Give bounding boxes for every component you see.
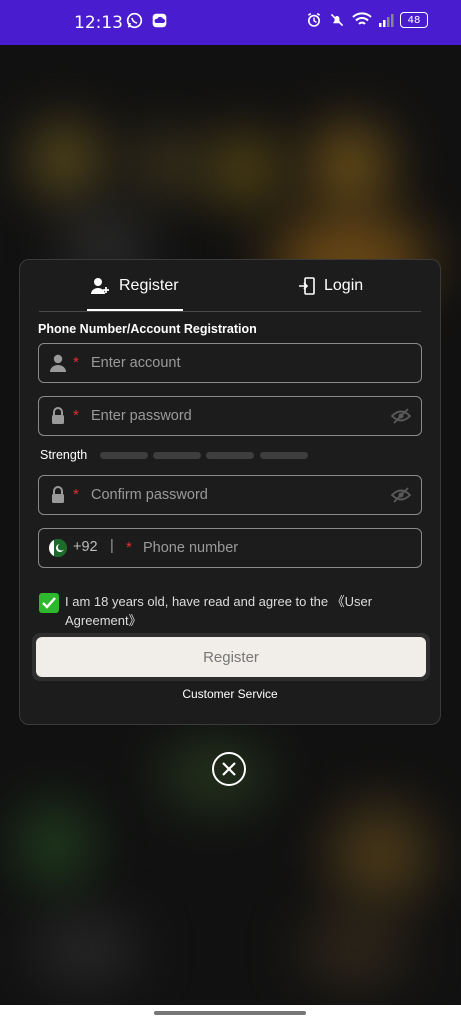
strength-segment bbox=[206, 452, 254, 459]
status-time: 12:13 bbox=[74, 13, 123, 33]
auth-tabs: Register Login bbox=[39, 260, 421, 312]
country-code[interactable]: +92 bbox=[73, 539, 98, 555]
agreement-text[interactable]: I am 18 years old, have read and agree t… bbox=[65, 592, 415, 630]
phone-field[interactable]: +92 | * bbox=[38, 528, 422, 568]
required-mark: * bbox=[73, 486, 79, 503]
home-indicator[interactable] bbox=[154, 1011, 306, 1015]
tab-register[interactable]: Register bbox=[91, 260, 179, 311]
status-bar: 12:13 48 bbox=[0, 0, 461, 45]
strength-label: Strength bbox=[40, 448, 88, 462]
login-door-icon bbox=[299, 276, 315, 295]
lock-icon bbox=[52, 407, 64, 424]
active-tab-indicator bbox=[87, 309, 183, 311]
register-button[interactable]: Register bbox=[36, 637, 426, 677]
wifi-icon bbox=[352, 12, 372, 25]
user-icon bbox=[50, 354, 66, 372]
confirm-password-field[interactable]: * bbox=[38, 475, 422, 515]
section-title: Phone Number/Account Registration bbox=[38, 322, 257, 336]
cloud-app-icon bbox=[152, 13, 167, 28]
strength-segment bbox=[100, 452, 148, 459]
customer-service-link[interactable]: Customer Service bbox=[20, 687, 440, 701]
tab-register-label: Register bbox=[119, 276, 179, 294]
strength-segment bbox=[260, 452, 308, 459]
checkmark-icon bbox=[42, 597, 56, 609]
account-input[interactable] bbox=[82, 344, 391, 382]
mute-icon bbox=[330, 13, 344, 27]
register-modal: Register Login Phone Number/Account Regi… bbox=[19, 259, 441, 725]
add-user-icon bbox=[91, 277, 109, 294]
close-icon bbox=[222, 762, 236, 776]
signal-icon bbox=[379, 14, 394, 27]
account-field[interactable]: * bbox=[38, 343, 422, 383]
confirm-password-input[interactable] bbox=[82, 476, 391, 514]
pakistan-flag-icon[interactable] bbox=[49, 539, 67, 557]
battery-icon: 48 bbox=[400, 12, 428, 28]
whatsapp-icon bbox=[126, 12, 143, 29]
tab-login[interactable]: Login bbox=[298, 260, 363, 311]
strength-segment bbox=[153, 452, 201, 459]
eye-off-icon[interactable] bbox=[391, 487, 411, 503]
password-input[interactable] bbox=[82, 397, 391, 435]
alarm-icon bbox=[307, 12, 321, 27]
tab-login-label: Login bbox=[324, 276, 364, 294]
phone-input[interactable] bbox=[134, 529, 403, 567]
close-button[interactable] bbox=[212, 752, 246, 786]
eye-off-icon[interactable] bbox=[391, 408, 411, 424]
agreement-checkbox[interactable] bbox=[39, 593, 59, 613]
password-field[interactable]: * bbox=[38, 396, 422, 436]
register-button-frame: Register bbox=[32, 633, 430, 681]
phone-separator: | bbox=[110, 538, 114, 554]
lock-icon bbox=[52, 486, 64, 503]
required-mark: * bbox=[73, 407, 79, 424]
required-mark: * bbox=[126, 539, 132, 556]
required-mark: * bbox=[73, 354, 79, 371]
